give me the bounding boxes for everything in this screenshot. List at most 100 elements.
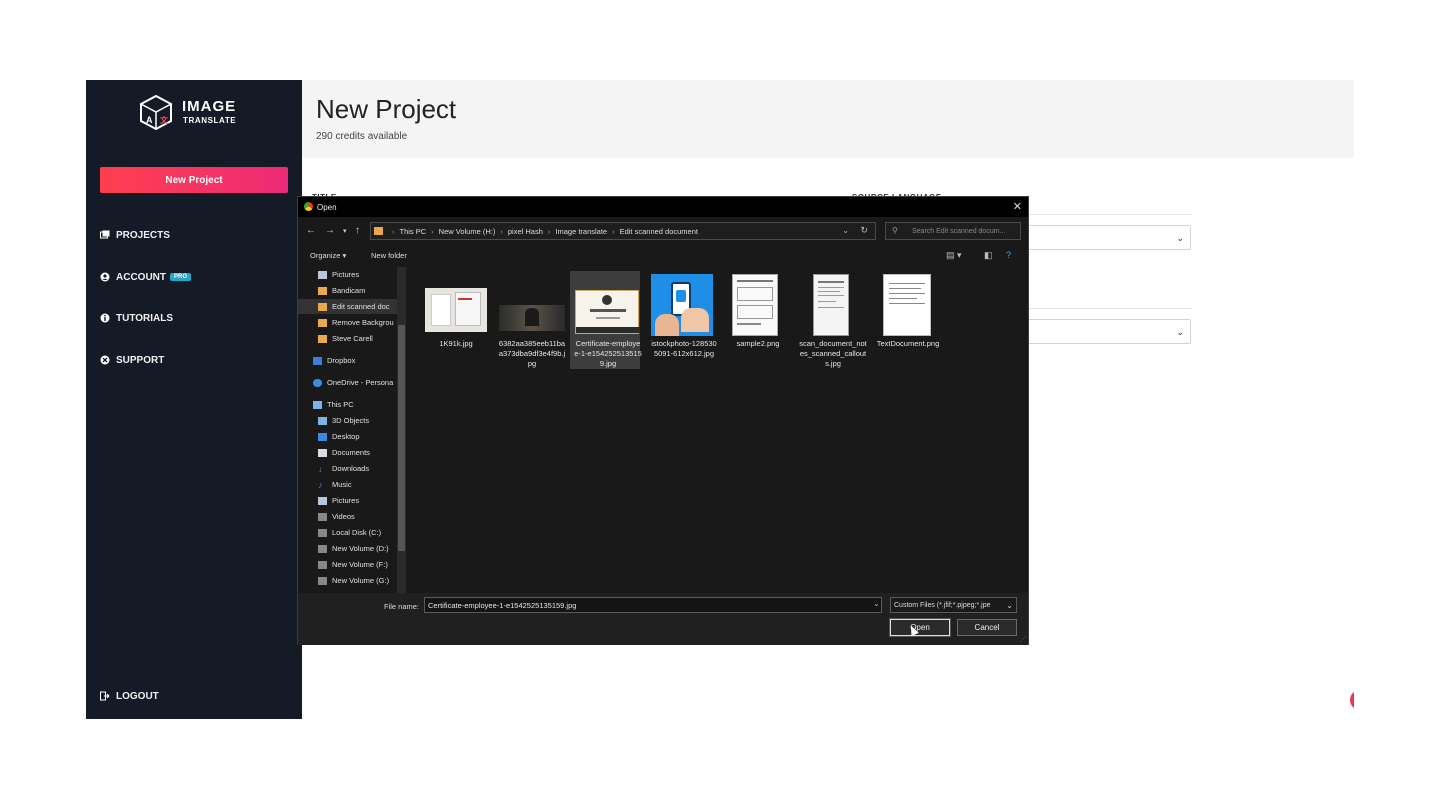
- chrome-icon: [304, 202, 313, 211]
- tree-item-music[interactable]: ♪ Music: [318, 477, 406, 492]
- tree-item-dropbox[interactable]: Dropbox: [313, 353, 406, 368]
- tree-item-desktop[interactable]: Desktop: [318, 429, 406, 444]
- tree-item-label: Desktop: [332, 432, 360, 441]
- recent-locations-icon[interactable]: ▾: [343, 227, 347, 235]
- sidebar-item-label: ACCOUNT: [116, 271, 166, 283]
- file-list: 1K91k.jpg 6382aa385eeb11baa373dba9df3e4f…: [414, 267, 1028, 593]
- chevron-down-icon[interactable]: ⌄: [873, 599, 880, 608]
- view-options-icon[interactable]: ▤ ▾: [946, 250, 962, 261]
- dialog-title: Open: [317, 203, 337, 212]
- tree-item-label: Documents: [332, 448, 370, 457]
- search-placeholder: Search Edit scanned docum...: [912, 228, 1006, 235]
- refresh-icon[interactable]: ↻: [860, 225, 868, 236]
- sidebar-item-support[interactable]: SUPPORT: [100, 352, 164, 368]
- breadcrumb-item[interactable]: This PC: [400, 227, 427, 236]
- tree-item-label: Pictures: [332, 496, 360, 505]
- open-file-dialog: Open ✕ ← → ▾ ↑ › This PC › New Volume (H:…: [297, 196, 1029, 645]
- logo-icon: A 文: [139, 94, 173, 130]
- user-icon: [100, 272, 110, 282]
- breadcrumb-item[interactable]: Edit scanned document: [620, 227, 698, 236]
- chat-bubble-icon[interactable]: [1350, 690, 1354, 710]
- sidebar-item-tutorials[interactable]: TUTORIALS: [100, 310, 173, 326]
- tree-item-label: New Volume (D:): [332, 544, 389, 553]
- search-icon: ⚲: [892, 226, 898, 235]
- back-arrow-icon[interactable]: ←: [306, 225, 316, 236]
- navigation-scrollbar[interactable]: [397, 267, 406, 593]
- new-project-button[interactable]: New Project: [100, 167, 288, 193]
- logo: A 文 IMAGE TRANSLATE: [138, 94, 258, 130]
- logo-word-translate: TRANSLATE: [183, 116, 237, 125]
- file-type-select[interactable]: Custom Files (*.jfif;*.pjpeg;*.jpe ⌄: [890, 597, 1017, 613]
- scrollbar-thumb[interactable]: [398, 325, 405, 551]
- desktop-icon: [318, 432, 327, 441]
- tree-item-bandicam[interactable]: Bandicam: [318, 283, 406, 298]
- tree-item-edit-scanned[interactable]: Edit scanned doc: [298, 299, 397, 314]
- tree-item-local-disk-c[interactable]: Local Disk (C:): [318, 525, 406, 540]
- file-thumbnail: [732, 274, 778, 336]
- tree-item-label: 3D Objects: [332, 416, 370, 425]
- tree-item-volume-f[interactable]: New Volume (F:): [318, 557, 406, 572]
- tree-item-downloads[interactable]: ↓ Downloads: [318, 461, 406, 476]
- file-thumbnail: [499, 305, 565, 331]
- open-button[interactable]: Open: [889, 618, 951, 637]
- file-name: sample2.png: [736, 339, 780, 348]
- new-folder-button[interactable]: New folder: [371, 251, 407, 260]
- tree-item-pictures-pinned[interactable]: Pictures 📌: [318, 267, 406, 282]
- folder-icon: [318, 318, 327, 327]
- file-name: Certificate-employee-1-e1542525135159.jp…: [574, 339, 642, 368]
- tree-item-volume-g[interactable]: New Volume (G:): [318, 573, 406, 588]
- forward-arrow-icon[interactable]: →: [325, 225, 335, 236]
- tree-item-onedrive[interactable]: OneDrive - Persona: [313, 375, 406, 390]
- sidebar-item-projects[interactable]: PROJECTS: [100, 227, 170, 243]
- folder-icon: [318, 286, 327, 295]
- chevron-down-icon[interactable]: ⌄: [842, 226, 849, 235]
- sidebar-item-account[interactable]: ACCOUNT PRO: [100, 269, 192, 285]
- tree-item-this-pc[interactable]: This PC: [313, 397, 406, 412]
- pictures-icon: [318, 496, 327, 505]
- file-name: 1K91k.jpg: [439, 339, 473, 348]
- tree-item-remove-background[interactable]: Remove Backgrou: [318, 315, 406, 330]
- tree-item-steve-carell[interactable]: Steve Carell: [318, 331, 406, 346]
- file-name: istockphoto-1285305091-612x612.jpg: [651, 339, 717, 358]
- close-icon[interactable]: ✕: [1013, 200, 1022, 213]
- tree-item-volume-d[interactable]: New Volume (D:): [318, 541, 406, 556]
- cancel-button[interactable]: Cancel: [957, 619, 1017, 636]
- breadcrumb-item[interactable]: Image translate: [555, 227, 607, 236]
- file-thumbnail: [813, 274, 849, 336]
- file-name-input[interactable]: [424, 597, 882, 613]
- address-bar[interactable]: › This PC › New Volume (H:) › pixel Hash › …: [370, 222, 876, 240]
- tree-item-videos[interactable]: Videos: [318, 509, 406, 524]
- pro-badge: PRO: [170, 273, 192, 281]
- search-input[interactable]: ⚲ Search Edit scanned docum...: [885, 222, 1021, 240]
- breadcrumb: › This PC › New Volume (H:) › pixel Hash › …: [392, 227, 698, 236]
- tree-item-label: Edit scanned doc: [332, 302, 390, 311]
- chevron-down-icon: ⌄: [1176, 233, 1184, 243]
- onedrive-icon: [313, 378, 322, 387]
- help-icon[interactable]: ?: [1006, 250, 1011, 260]
- sidebar-item-label: PROJECTS: [116, 229, 170, 241]
- tree-item-documents[interactable]: Documents: [318, 445, 406, 460]
- pictures-icon: [318, 270, 327, 279]
- tree-item-label: New Volume (G:): [332, 576, 390, 585]
- tree-item-label: Pictures: [332, 270, 360, 279]
- tree-item-3d-objects[interactable]: 3D Objects: [318, 413, 406, 428]
- dialog-toolbar: Organize ▾ New folder ▤ ▾ ◧ ?: [298, 247, 1028, 265]
- file-thumbnail: [425, 288, 487, 332]
- up-arrow-icon[interactable]: ↑: [355, 225, 360, 236]
- svg-text:文: 文: [160, 115, 169, 125]
- credits-available: 290 credits available: [316, 131, 408, 142]
- folder-icon: [318, 334, 327, 343]
- tree-item-pictures[interactable]: Pictures: [318, 493, 406, 508]
- folder-icon: [374, 227, 383, 235]
- logo-word-image: IMAGE: [182, 98, 237, 115]
- tree-item-label: Bandicam: [332, 286, 366, 295]
- download-icon: ↓: [318, 463, 323, 474]
- sidebar: A 文 IMAGE TRANSLATE New Project PROJECTS…: [86, 80, 302, 719]
- resize-grip-icon[interactable]: ⋰: [1020, 636, 1026, 643]
- logout-button[interactable]: LOGOUT: [100, 688, 159, 704]
- breadcrumb-item[interactable]: pixel Hash: [508, 227, 543, 236]
- organize-button[interactable]: Organize ▾: [310, 251, 346, 260]
- preview-pane-icon[interactable]: ◧: [984, 250, 993, 261]
- breadcrumb-item[interactable]: New Volume (H:): [439, 227, 496, 236]
- page-title: New Project: [316, 94, 457, 124]
